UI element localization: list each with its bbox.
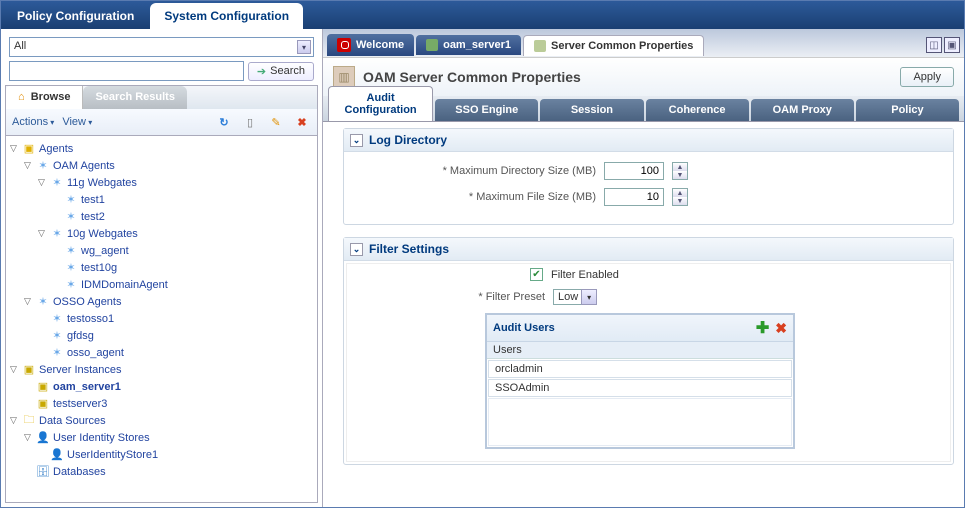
filter-preset-value: Low [558,291,578,303]
tab-coherence[interactable]: Coherence [646,99,749,121]
panel-log-title: Log Directory [369,133,447,147]
tree-data-sources[interactable]: ▽🗀Data Sources [8,412,315,429]
tree-test10g[interactable]: ✶test10g [8,259,315,276]
collapse-log-icon[interactable]: ⌄ [350,134,363,147]
page-title: OAM Server Common Properties [363,69,892,85]
tab-system-configuration[interactable]: System Configuration [150,3,303,29]
panel-log-directory: ⌄ Log Directory * Maximum Directory Size… [343,128,954,225]
tree: ▽▣Agents ▽✶OAM Agents ▽✶11g Webgates ✶te… [5,136,318,503]
search-icon: ➔ [257,65,266,78]
tree-testosso1[interactable]: ✶testosso1 [8,310,315,327]
page-icon: ▥ [333,66,355,88]
apply-button[interactable]: Apply [900,67,954,87]
max-dir-input[interactable] [604,162,664,180]
max-file-down[interactable]: ▼ [673,197,687,205]
panel-filter-settings: ⌄ Filter Settings ✔ Filter Enabled * Fil… [343,237,954,465]
tree-test2[interactable]: ✶test2 [8,208,315,225]
search-button-label: Search [270,65,305,77]
browse-tab-label: Browse [31,91,71,103]
user-row-ssoadmin[interactable]: SSOAdmin [488,379,792,397]
filter-enabled-checkbox[interactable]: ✔ [530,268,543,281]
audit-users-title: Audit Users [493,322,756,334]
chevron-down-icon[interactable]: ▾ [581,289,597,305]
filter-scroll[interactable]: ✔ Filter Enabled * Filter Preset Low ▾ [346,263,951,462]
tab-welcome[interactable]: Welcome [327,34,414,56]
tab-policy[interactable]: Policy [856,99,959,121]
tab-oam-server1[interactable]: oam_server1 [416,35,521,55]
tree-testserver3[interactable]: ▣testserver3 [8,395,315,412]
scope-value: All [14,40,26,52]
tab-server-common-properties[interactable]: Server Common Properties [523,35,704,56]
tab-policy-configuration[interactable]: Policy Configuration [3,3,148,29]
max-file-label: * Maximum File Size (MB) [356,191,596,203]
tab-browse[interactable]: ⌂ Browse [6,86,83,109]
chevron-down-icon[interactable]: ▾ [297,40,311,54]
restore-window-icon[interactable]: ◫ [926,37,942,53]
max-file-input[interactable] [604,188,664,206]
add-user-icon[interactable]: ✚ [756,318,769,338]
refresh-icon[interactable]: ↻ [215,113,233,131]
cascade-window-icon[interactable]: ▣ [944,37,960,53]
tab-sso-engine[interactable]: SSO Engine [435,99,538,121]
tree-10g-webgates[interactable]: ▽✶10g Webgates [8,225,315,242]
filter-preset-label: * Filter Preset [415,291,545,303]
menu-actions[interactable]: Actions [12,116,54,128]
delete-icon[interactable]: ✖ [293,113,311,131]
tree-user-identity-stores[interactable]: ▽👤User Identity Stores [8,429,315,446]
users-column-header: Users [487,342,793,359]
tree-useridentitystore1[interactable]: 👤UserIdentityStore1 [8,446,315,463]
collapse-filter-icon[interactable]: ⌄ [350,243,363,256]
tab-audit-configuration[interactable]: Audit Configuration [328,86,433,121]
tree-databases[interactable]: 🗄Databases [8,463,315,480]
tree-agents[interactable]: ▽▣Agents [8,140,315,157]
tab-common-label: Server Common Properties [551,40,693,52]
audit-empty-area [488,398,792,446]
tab-search-results[interactable]: Search Results [83,86,186,109]
right-panel: Welcome oam_server1 Server Common Proper… [323,29,964,507]
tree-server-instances[interactable]: ▽▣Server Instances [8,361,315,378]
filter-preset-select[interactable]: Low ▾ [553,289,597,305]
server-icon [426,39,438,51]
audit-users-panel: Audit Users ✚ ✖ Users orcladmin SSOAdmin [485,313,795,449]
tree-osso-agent[interactable]: ✶osso_agent [8,344,315,361]
max-file-up[interactable]: ▲ [673,189,687,197]
max-dir-label: * Maximum Directory Size (MB) [356,165,596,177]
tab-welcome-label: Welcome [356,39,404,51]
tab-oam-label: oam_server1 [443,39,511,51]
properties-icon [534,40,546,52]
tree-osso-agents[interactable]: ▽✶OSSO Agents [8,293,315,310]
max-dir-down[interactable]: ▼ [673,171,687,179]
tree-wg-agent[interactable]: ✶wg_agent [8,242,315,259]
max-dir-up[interactable]: ▲ [673,163,687,171]
oracle-logo-icon [337,38,351,52]
search-button[interactable]: ➔ Search [248,62,314,81]
tree-oam-agents[interactable]: ▽✶OAM Agents [8,157,315,174]
search-input[interactable] [9,61,244,81]
scope-select[interactable]: All ▾ [9,37,314,57]
edit-icon[interactable]: ✎ [267,113,285,131]
panel-filter-title: Filter Settings [369,242,449,256]
tab-session[interactable]: Session [540,99,643,121]
tree-11g-webgates[interactable]: ▽✶11g Webgates [8,174,315,191]
left-panel: All ▾ ➔ Search ⌂ Browse Search Results A… [1,29,323,507]
user-row-orcladmin[interactable]: orcladmin [488,360,792,378]
tree-idmdomainagent[interactable]: ✶IDMDomainAgent [8,276,315,293]
tree-oam-server1[interactable]: ▣oam_server1 [8,378,315,395]
tree-test1[interactable]: ✶test1 [8,191,315,208]
menu-view[interactable]: View [62,116,92,128]
filter-enabled-label: Filter Enabled [551,269,619,281]
browse-icon: ⌂ [18,91,25,103]
remove-user-icon[interactable]: ✖ [775,320,787,337]
tab-oam-proxy[interactable]: OAM Proxy [751,99,854,121]
tree-gfdsg[interactable]: ✶gfdsg [8,327,315,344]
new-icon[interactable]: ▯ [241,113,259,131]
